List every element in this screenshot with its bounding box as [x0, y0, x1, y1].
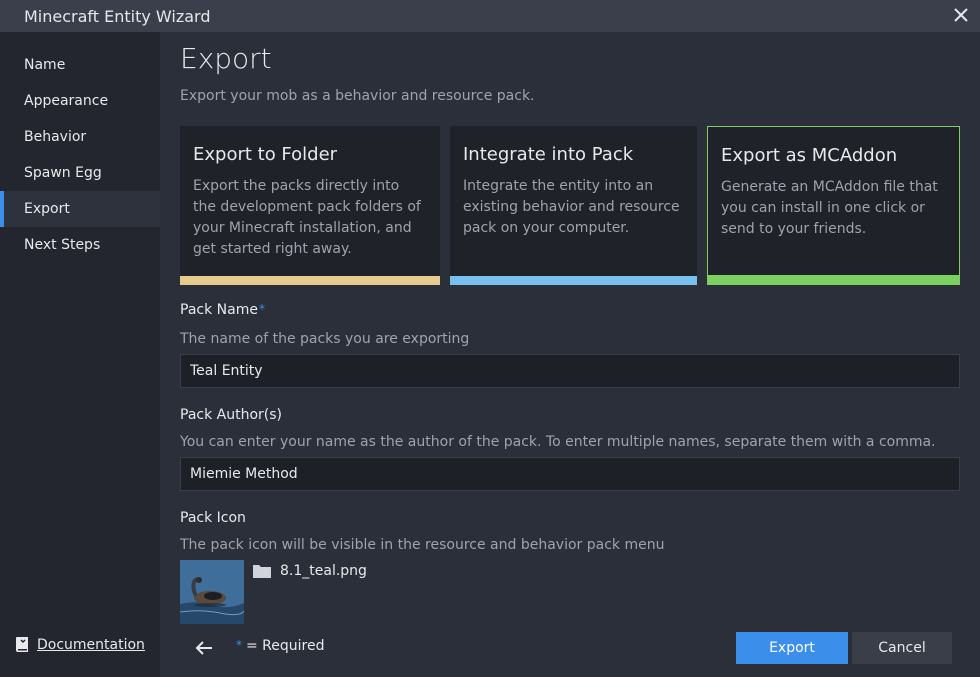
card-description: Integrate the entity into an existing be…	[463, 178, 680, 236]
pack-name-input[interactable]	[180, 354, 960, 388]
pack-author-description: You can enter your name as the author of…	[180, 434, 936, 450]
pack-icon-label: Pack Icon	[180, 510, 246, 526]
card-title: Export to Folder	[193, 144, 338, 165]
card-title: Integrate into Pack	[463, 144, 634, 165]
sidebar-item-label: Export	[24, 201, 70, 217]
sidebar-item-label: Name	[24, 57, 66, 73]
arrow-left-icon	[195, 641, 212, 655]
sidebar-item-label: Behavior	[24, 129, 87, 145]
pack-icon-file-name: 8.1_teal.png	[280, 563, 367, 579]
card-title: Export as MCAddon	[721, 145, 898, 166]
book-icon	[16, 637, 28, 652]
close-icon	[954, 8, 968, 22]
sidebar-item-appearance[interactable]: Appearance	[0, 83, 160, 119]
sidebar-item-label: Spawn Egg	[24, 165, 102, 181]
export-option-integrate[interactable]: Integrate into Pack Integrate the entity…	[450, 126, 697, 285]
pack-name-label: Pack Name*	[180, 302, 265, 318]
page-subtitle: Export your mob as a behavior and resour…	[180, 88, 535, 104]
card-accent-bar	[708, 275, 959, 284]
title-bar: Minecraft Entity Wizard	[0, 0, 980, 32]
pack-icon-description: The pack icon will be visible in the res…	[180, 537, 665, 553]
documentation-link[interactable]: Documentation	[14, 636, 145, 653]
card-accent-bar	[450, 276, 697, 285]
documentation-label: Documentation	[37, 636, 145, 653]
sidebar-item-next-steps[interactable]: Next Steps	[0, 227, 160, 263]
required-star: *	[236, 638, 242, 652]
sidebar-item-export[interactable]: Export	[0, 191, 160, 227]
cancel-button[interactable]: Cancel	[852, 632, 952, 664]
export-option-folder[interactable]: Export to Folder Export the packs direct…	[180, 126, 440, 285]
export-button[interactable]: Export	[736, 632, 848, 664]
sidebar-item-name[interactable]: Name	[0, 47, 160, 83]
card-description: Export the packs directly into the devel…	[193, 178, 421, 257]
sidebar-item-label: Next Steps	[24, 237, 101, 253]
pack-author-input[interactable]	[180, 457, 960, 491]
back-button[interactable]	[194, 638, 216, 658]
export-option-mcaddon[interactable]: Export as MCAddon Generate an MCAddon fi…	[707, 126, 960, 285]
sidebar-item-behavior[interactable]: Behavior	[0, 119, 160, 155]
pack-name-label-text: Pack Name	[180, 302, 258, 318]
card-description: Generate an MCAddon file that you can in…	[721, 179, 938, 237]
main-panel: Export Export your mob as a behavior and…	[160, 32, 980, 677]
pack-name-description: The name of the packs you are exporting	[180, 331, 470, 347]
folder-icon	[253, 565, 271, 578]
required-star: *	[258, 302, 265, 316]
close-button[interactable]	[950, 4, 972, 26]
required-text: = Required	[246, 638, 325, 654]
sidebar: Name Appearance Behavior Spawn Egg Expor…	[0, 32, 160, 677]
sidebar-item-label: Appearance	[24, 93, 109, 109]
page-title: Export	[180, 42, 272, 75]
sidebar-item-spawn-egg[interactable]: Spawn Egg	[0, 155, 160, 191]
required-note: * = Required	[236, 638, 325, 654]
pack-icon-preview	[180, 560, 244, 624]
window-title: Minecraft Entity Wizard	[24, 6, 211, 26]
pack-icon-file[interactable]: 8.1_teal.png	[252, 563, 367, 579]
card-accent-bar	[180, 276, 440, 285]
pack-author-label: Pack Author(s)	[180, 407, 282, 423]
